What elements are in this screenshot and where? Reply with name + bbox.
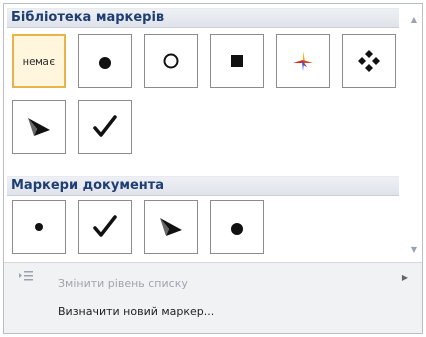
document-section-header: Маркери документа (7, 176, 399, 196)
define-new-bullet-item[interactable]: Визначити новий маркер... (58, 305, 214, 318)
doc-bullet-small-dot-cell[interactable] (12, 200, 66, 254)
bullet-hollow-circle-cell[interactable] (144, 34, 198, 88)
filled-circle-icon (99, 57, 111, 69)
filled-square-icon (231, 55, 243, 67)
small-dot-icon (35, 223, 43, 231)
submenu-arrow-icon: ▶ (401, 273, 408, 282)
doc-bullet-checkmark-cell[interactable] (78, 200, 132, 254)
arrowhead-icon (28, 118, 50, 136)
bullet-four-diamond-cell[interactable] (342, 34, 396, 88)
bullet-filled-circle-cell[interactable] (78, 34, 132, 88)
change-list-level-item[interactable]: Змінити рівень списку (58, 277, 188, 290)
bullet-colorful-star-cell[interactable] (276, 34, 330, 88)
bullet-library-panel: Бібліотека маркерів немає Маркери докуме… (3, 3, 423, 334)
scroll-down-arrow-icon[interactable]: ▼ (409, 244, 419, 254)
doc-bullet-arrowhead-cell[interactable] (144, 200, 198, 254)
filled-circle-icon (231, 223, 243, 235)
checkmark-icon (93, 215, 117, 237)
bullet-arrowhead-cell[interactable] (12, 100, 66, 154)
hollow-circle-icon (163, 53, 179, 69)
none-label: немає (22, 54, 56, 68)
library-section-header: Бібліотека маркерів (7, 8, 399, 28)
vertical-scrollbar[interactable]: ▲ ▼ (406, 4, 422, 259)
doc-bullet-filled-circle-cell[interactable] (210, 200, 264, 254)
bullet-filled-square-cell[interactable] (210, 34, 264, 88)
colorful-star-icon (293, 51, 313, 71)
scroll-up-arrow-icon[interactable]: ▲ (409, 14, 419, 24)
arrowhead-icon (160, 218, 182, 236)
list-level-icon (19, 271, 33, 281)
four-diamond-icon (358, 50, 380, 72)
bullet-none-cell[interactable]: немає (12, 34, 66, 88)
bullet-checkmark-cell[interactable] (78, 100, 132, 154)
checkmark-icon (93, 115, 117, 137)
menu-footer: Змінити рівень списку ▶ Визначити новий … (4, 262, 422, 333)
